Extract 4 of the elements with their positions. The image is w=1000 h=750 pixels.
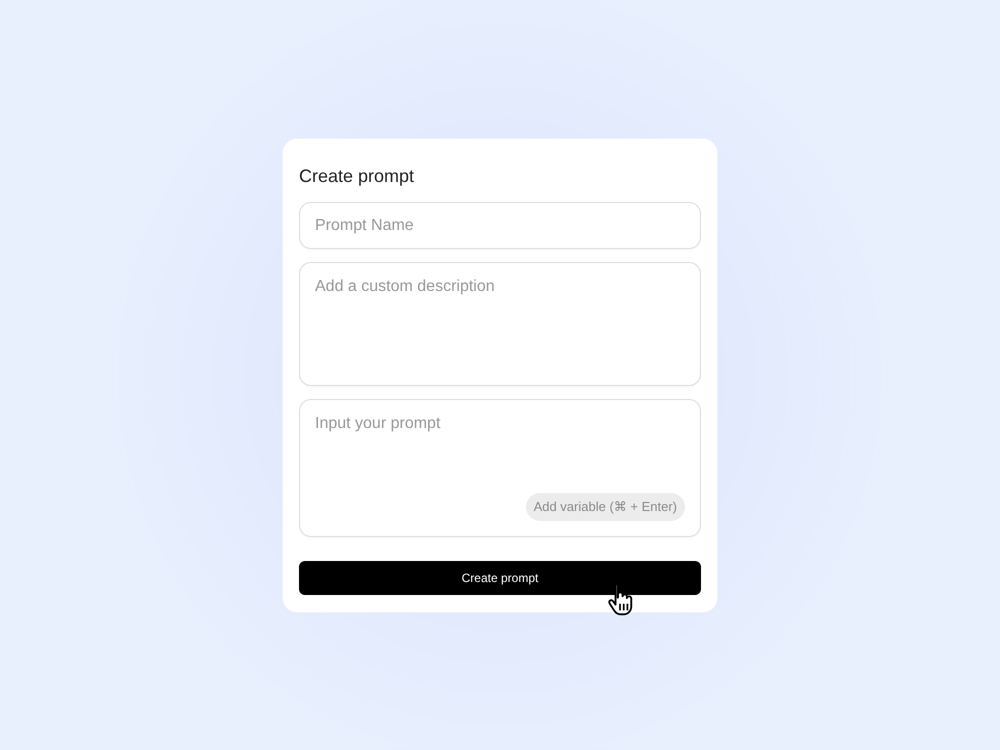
create-button[interactable]: Create prompt: [299, 561, 701, 595]
text-area[interactable]: Add a custom description: [299, 262, 701, 386]
form-title: Create prompt: [299, 165, 416, 187]
name-field[interactable]: Prompt Name: [299, 202, 701, 249]
